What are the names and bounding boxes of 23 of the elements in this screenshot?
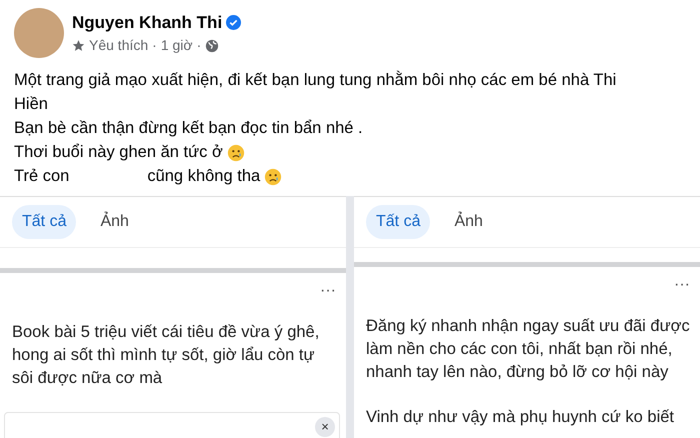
post-text-line: cũng không tha xyxy=(147,167,260,185)
tab[interactable]: Ảnh xyxy=(90,205,139,239)
post-text-line: Thơi buổi này ghen ăn tức ở xyxy=(14,143,223,161)
post-text: Book bài 5 triệu viết cái tiêu đề vừa ý ghê, hong ai sốt thì mình tự sốt, giờ lẩu còn tự sôi được nữa cơ mà xyxy=(11,322,320,389)
favorite-label: Yêu thích xyxy=(89,36,148,56)
tab[interactable]: Ảnh xyxy=(444,205,493,239)
avatar-photo-placeholder[interactable] xyxy=(14,8,64,58)
meta-separator: · xyxy=(152,36,157,56)
author-name[interactable]: Nguyen Khanh Thi xyxy=(72,10,222,36)
tab[interactable]: Tất cả xyxy=(12,205,76,239)
post-text: Đăng ký nhanh nhận ngay suất ưu đãi được làm nền cho các con tôi, nhất bạn rồi nhé, nhanh tay lên nào, đừng bỏ lỡ cơ hội này xyxy=(365,316,691,383)
post-text: Vinh dự như vậy mà phụ huynh cứ ko biết xyxy=(365,407,676,428)
more-options-button[interactable]: ··· xyxy=(320,282,336,299)
close-button[interactable]: × xyxy=(315,417,335,437)
post-text-line: Trẻ con xyxy=(14,167,70,185)
post-text-line: Bạn bè cần thận đừng kết bạn đọc tin bẩn nhé . xyxy=(14,119,363,137)
globe-icon xyxy=(205,38,220,53)
star-icon xyxy=(72,39,85,52)
more-options-button[interactable]: ··· xyxy=(674,276,690,293)
tab[interactable]: Tất cả xyxy=(366,205,430,239)
post-time: 1 giờ xyxy=(160,36,193,56)
meta-separator: · xyxy=(196,36,202,56)
post-text-line: Một trang giả mạo xuất hiện, đi kết bạn lung tung nhằm bôi nhọ các em bé nhà Thi Hiền xyxy=(14,71,616,113)
